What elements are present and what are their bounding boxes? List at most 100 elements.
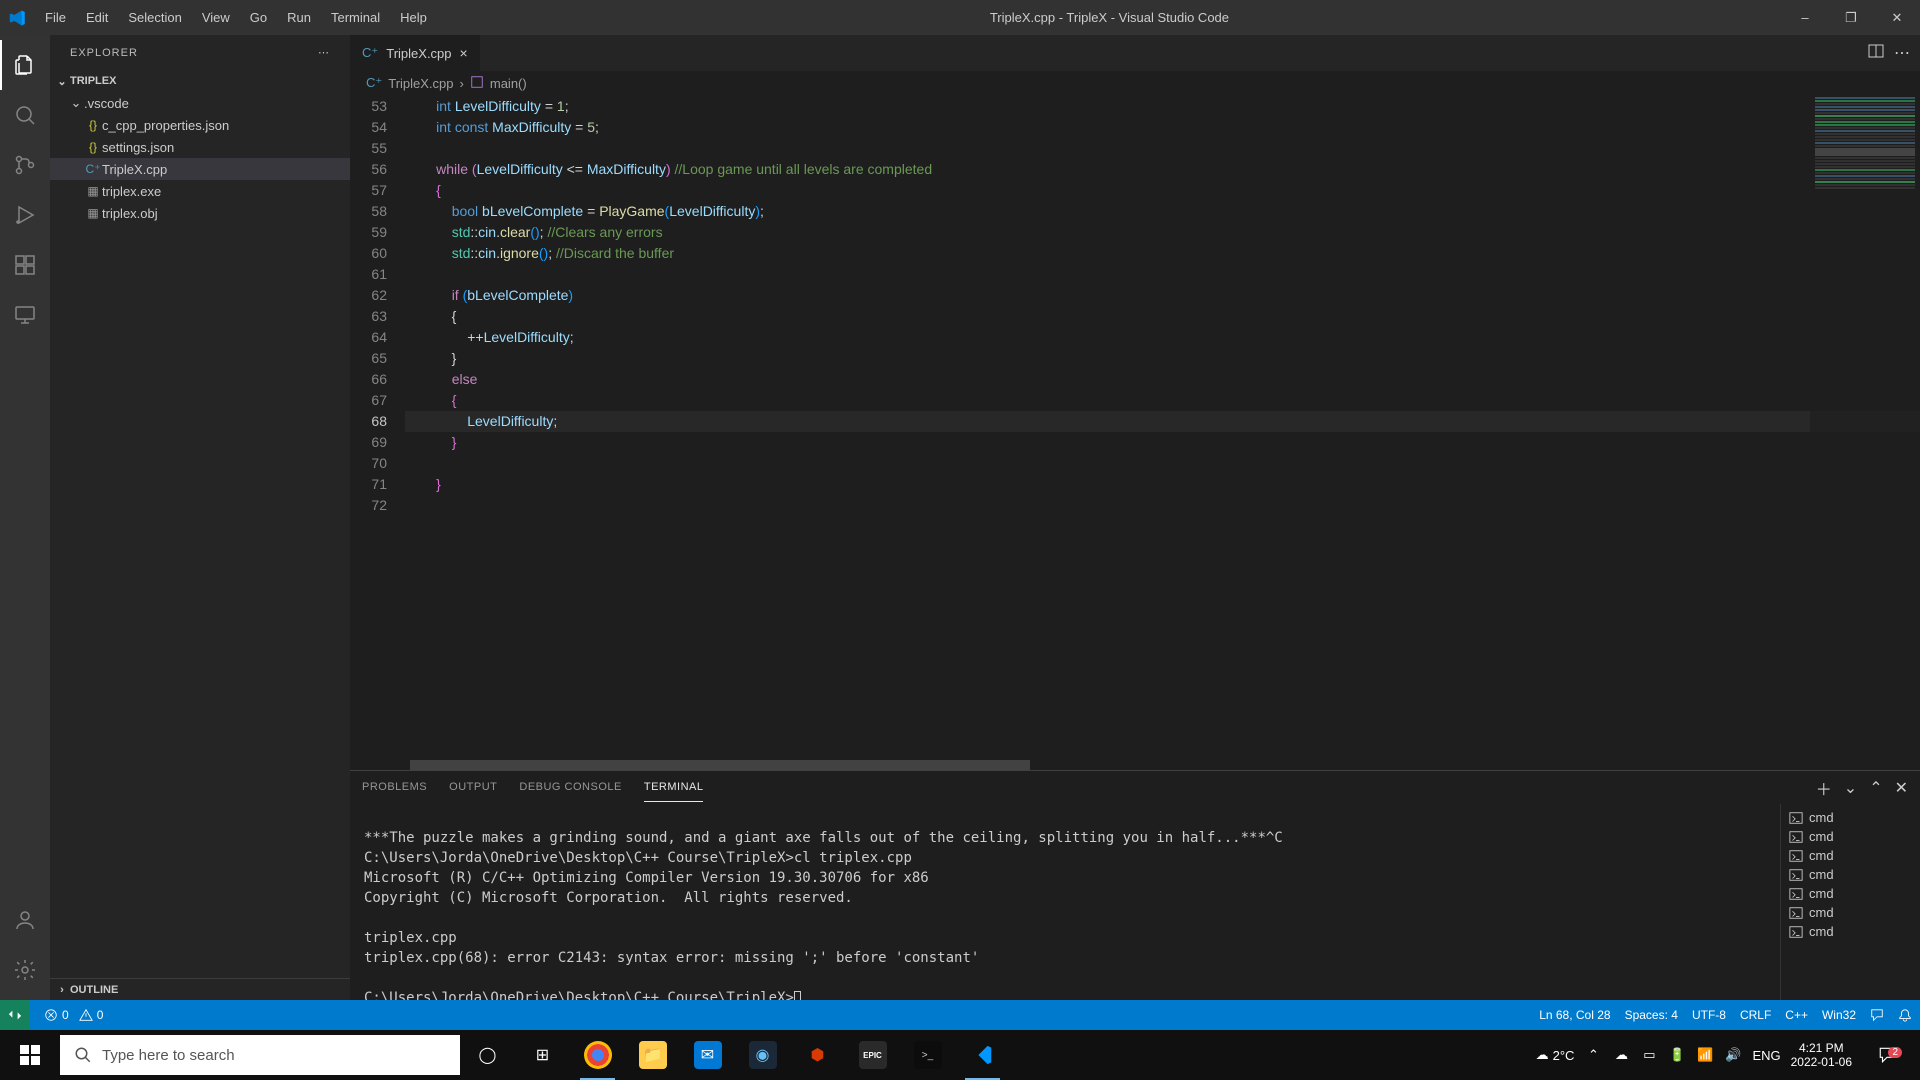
explorer-icon[interactable] — [0, 40, 50, 90]
taskbar-explorer-icon[interactable]: 📁 — [625, 1030, 680, 1080]
menu-terminal[interactable]: Terminal — [321, 0, 390, 35]
status-errors[interactable]: 0 0 — [44, 1008, 103, 1022]
horizontal-scrollbar[interactable] — [350, 760, 1920, 770]
close-button[interactable]: ✕ — [1874, 0, 1920, 35]
explorer-section-header[interactable]: ⌄ TRIPLEX — [50, 70, 350, 92]
breadcrumb-symbol[interactable]: main() — [490, 76, 527, 91]
terminal-list-item[interactable]: cmd — [1781, 922, 1920, 941]
tray-wifi-icon[interactable]: 📶 — [1696, 1047, 1714, 1063]
breadcrumb[interactable]: C⁺ TripleX.cpp › main() — [350, 71, 1920, 96]
terminal-list-item[interactable]: cmd — [1781, 808, 1920, 827]
weather-widget[interactable]: ☁ 2°C — [1536, 1047, 1575, 1063]
split-editor-icon[interactable] — [1868, 43, 1884, 64]
panel-tab-problems[interactable]: PROBLEMS — [362, 773, 427, 802]
taskbar-taskview-icon[interactable]: ⊞ — [515, 1030, 570, 1080]
source-control-icon[interactable] — [0, 140, 50, 190]
panel-tab-debug[interactable]: DEBUG CONSOLE — [519, 773, 621, 802]
status-bell-icon[interactable] — [1898, 1008, 1912, 1022]
tree-file[interactable]: ▦ triplex.exe — [50, 180, 350, 202]
status-cursor[interactable]: Ln 68, Col 28 — [1539, 1008, 1610, 1022]
taskbar-vscode-icon[interactable] — [955, 1030, 1010, 1080]
code-area[interactable]: int LevelDifficulty = 1; int const MaxDi… — [405, 96, 1920, 760]
minimize-button[interactable]: – — [1782, 0, 1828, 35]
scrollbar-thumb[interactable] — [410, 760, 1030, 770]
tab-label: TripleX.cpp — [386, 46, 451, 61]
sidebar-more-icon[interactable]: ⋯ — [318, 46, 330, 59]
more-actions-icon[interactable]: ⋯ — [1894, 43, 1910, 64]
sidebar-header: EXPLORER ⋯ — [50, 35, 350, 70]
settings-icon[interactable] — [0, 945, 50, 995]
breadcrumb-file[interactable]: TripleX.cpp — [388, 76, 453, 91]
maximize-panel-icon[interactable]: ⌃ — [1869, 778, 1882, 798]
taskbar-epic-icon[interactable]: EPIC — [845, 1030, 900, 1080]
status-encoding[interactable]: UTF-8 — [1692, 1008, 1726, 1022]
chevron-down-icon: ⌄ — [68, 95, 84, 111]
terminal-list-item[interactable]: cmd — [1781, 884, 1920, 903]
notification-center-icon[interactable]: 2 — [1862, 1046, 1912, 1064]
status-spaces[interactable]: Spaces: 4 — [1625, 1008, 1678, 1022]
tree-file[interactable]: {} c_cpp_properties.json — [50, 114, 350, 136]
run-debug-icon[interactable] — [0, 190, 50, 240]
editor-body[interactable]: 5354555657585960616263646566676869707172… — [350, 96, 1920, 760]
outline-section-header[interactable]: › OUTLINE — [50, 978, 350, 1000]
windows-taskbar: Type here to search ◯ ⊞ 📁 ✉ ◉ ⬢ EPIC >_ … — [0, 1030, 1920, 1080]
status-language[interactable]: C++ — [1785, 1008, 1808, 1022]
taskbar-office-icon[interactable]: ⬢ — [790, 1030, 845, 1080]
tray-language[interactable]: ENG — [1752, 1048, 1780, 1063]
terminal-list-item[interactable]: cmd — [1781, 903, 1920, 922]
taskbar-cortana-icon[interactable]: ◯ — [460, 1030, 515, 1080]
remote-indicator[interactable] — [0, 1000, 30, 1030]
status-feedback-icon[interactable] — [1870, 1008, 1884, 1022]
terminal-list-item[interactable]: cmd — [1781, 846, 1920, 865]
tree-folder-vscode[interactable]: ⌄ .vscode — [50, 92, 350, 114]
editor-tabs-row: C⁺ TripleX.cpp × ⋯ — [350, 35, 1920, 71]
taskbar-steam-icon[interactable]: ◉ — [735, 1030, 790, 1080]
chevron-down-icon: ⌄ — [54, 73, 70, 89]
tray-meetnow-icon[interactable]: ▭ — [1640, 1047, 1658, 1063]
tray-clock[interactable]: 4:21 PM 2022-01-06 — [1791, 1041, 1852, 1069]
editor-tab-active[interactable]: C⁺ TripleX.cpp × — [350, 35, 481, 71]
terminal-output[interactable]: ***The puzzle makes a grinding sound, an… — [350, 804, 1780, 1000]
menu-file[interactable]: File — [35, 0, 76, 35]
main-area: EXPLORER ⋯ ⌄ TRIPLEX ⌄ .vscode {} c_cpp_… — [0, 35, 1920, 1000]
tray-battery-icon[interactable]: 🔋 — [1668, 1047, 1686, 1063]
menu-view[interactable]: View — [192, 0, 240, 35]
tree-file[interactable]: ▦ triplex.obj — [50, 202, 350, 224]
menu-help[interactable]: Help — [390, 0, 437, 35]
close-panel-icon[interactable]: ✕ — [1895, 778, 1908, 798]
terminal-list-item[interactable]: cmd — [1781, 865, 1920, 884]
search-icon[interactable] — [0, 90, 50, 140]
json-icon: {} — [84, 117, 102, 133]
panel-tab-terminal[interactable]: TERMINAL — [644, 773, 704, 802]
taskbar-mail-icon[interactable]: ✉ — [680, 1030, 735, 1080]
new-terminal-icon[interactable]: ＋ — [1816, 776, 1832, 800]
tray-chevron-icon[interactable]: ⌃ — [1584, 1047, 1602, 1063]
system-tray: ☁ 2°C ⌃ ☁ ▭ 🔋 📶 🔊 ENG 4:21 PM 2022-01-06… — [1528, 1041, 1920, 1069]
tree-file[interactable]: {} settings.json — [50, 136, 350, 158]
taskbar-chrome-icon[interactable] — [570, 1030, 625, 1080]
menu-run[interactable]: Run — [277, 0, 321, 35]
tray-volume-icon[interactable]: 🔊 — [1724, 1047, 1742, 1063]
start-button[interactable] — [0, 1030, 60, 1080]
minimap[interactable] — [1810, 96, 1920, 760]
account-icon[interactable] — [0, 895, 50, 945]
extensions-icon[interactable] — [0, 240, 50, 290]
tab-close-icon[interactable]: × — [460, 45, 468, 61]
remote-explorer-icon[interactable] — [0, 290, 50, 340]
menu-go[interactable]: Go — [240, 0, 277, 35]
taskbar-search[interactable]: Type here to search — [60, 1035, 460, 1075]
terminal-dropdown-icon[interactable]: ⌄ — [1844, 778, 1857, 798]
status-eol[interactable]: CRLF — [1740, 1008, 1771, 1022]
taskbar-cmd-icon[interactable]: >_ — [900, 1030, 955, 1080]
maximize-button[interactable]: ❐ — [1828, 0, 1874, 35]
menu-bar: File Edit Selection View Go Run Terminal… — [35, 0, 437, 35]
terminal-list-item[interactable]: cmd — [1781, 827, 1920, 846]
status-target[interactable]: Win32 — [1822, 1008, 1856, 1022]
tray-onedrive-icon[interactable]: ☁ — [1612, 1047, 1630, 1063]
tree-file-active[interactable]: C⁺ TripleX.cpp — [50, 158, 350, 180]
panel-tab-output[interactable]: OUTPUT — [449, 773, 497, 802]
chevron-right-icon: › — [54, 984, 70, 996]
menu-selection[interactable]: Selection — [118, 0, 191, 35]
menu-edit[interactable]: Edit — [76, 0, 118, 35]
title-bar: File Edit Selection View Go Run Terminal… — [0, 0, 1920, 35]
